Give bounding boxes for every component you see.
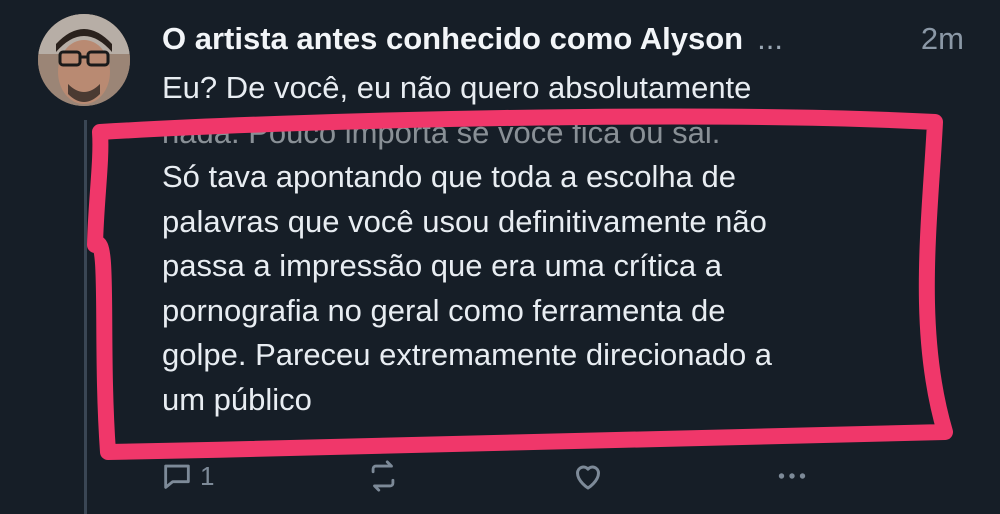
post-text-line: um público bbox=[162, 381, 312, 417]
avatar[interactable] bbox=[38, 14, 130, 106]
reply-icon bbox=[164, 464, 190, 489]
reply-button[interactable]: 1 bbox=[160, 456, 214, 496]
post-text-line: palavras que você usou definitivamente n… bbox=[162, 203, 767, 239]
author-truncation: ... bbox=[757, 21, 783, 56]
post-text-line: golpe. Pareceu extremamente direcionado … bbox=[162, 337, 773, 372]
post-text-line: passa a impressão que era uma crítica a bbox=[162, 248, 722, 283]
post-timestamp[interactable]: 2m bbox=[921, 21, 964, 57]
more-options-icon bbox=[778, 473, 806, 479]
post-text-line: Só tava apontando que toda a escolha de bbox=[162, 159, 736, 194]
post-actions: 1 bbox=[160, 456, 980, 496]
more-options-button[interactable] bbox=[774, 456, 810, 496]
post-text-line: nada. Pouco importa se você fica ou sai. bbox=[162, 114, 721, 150]
author-name[interactable]: O artista antes conhecido como Alyson bbox=[162, 21, 743, 57]
post-header: O artista antes conhecido como Alyson ..… bbox=[162, 14, 982, 64]
avatar-photo bbox=[38, 14, 130, 106]
reply-count: 1 bbox=[200, 460, 215, 491]
like-button[interactable] bbox=[570, 456, 606, 496]
post-text-line: Eu? De você, eu não quero absolutamente bbox=[162, 70, 752, 105]
post-text-line: pornografia no geral como ferramenta de bbox=[162, 292, 726, 328]
repost-icon bbox=[371, 460, 395, 492]
repost-button[interactable] bbox=[366, 456, 400, 496]
post-text: Eu? De você, eu não quero absolutamente … bbox=[162, 66, 962, 422]
thread-line bbox=[84, 120, 87, 514]
heart-icon bbox=[576, 465, 600, 490]
